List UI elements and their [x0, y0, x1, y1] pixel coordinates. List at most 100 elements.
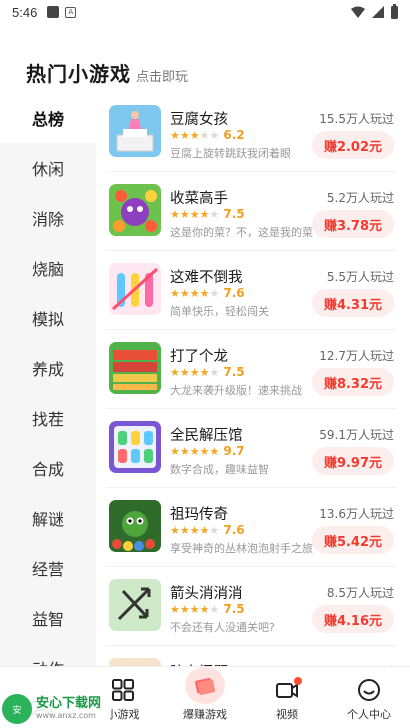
game-name: 这难不倒我: [170, 270, 243, 286]
game-list[interactable]: 豆腐女孩 ★ ★ ★ ★ ★ 6.2 豆腐上旋转跳跃我闭着眼 15.5万人玩过 赚2.02元收菜高…: [96, 93, 410, 666]
game-thumbnail[interactable]: [109, 658, 161, 666]
sidebar-item-6[interactable]: 找茬: [0, 393, 96, 443]
wifi-icon: [351, 6, 365, 18]
game-thumbnail[interactable]: [109, 579, 161, 631]
watermark-logo-icon: 安: [2, 694, 32, 724]
game-thumbnail[interactable]: [109, 263, 161, 315]
game-rating: ★ ★ ★ ★ ★ 7.6: [170, 286, 245, 300]
game-row[interactable]: 豆腐女孩 ★ ★ ★ ★ ★ 6.2 豆腐上旋转跳跃我闭着眼 15.5万人玩过 赚2.02元: [106, 93, 396, 172]
game-thumbnail[interactable]: [109, 105, 161, 157]
sidebar-item-11[interactable]: 动作: [0, 643, 96, 666]
rating-value: 7.6: [223, 286, 245, 300]
game-row[interactable]: 全民解压馆 ★ ★ ★ ★ ★ 9.7 数字合成，趣味益智 59.1万人玩过赚9.97元: [106, 409, 396, 488]
sidebar-item-7[interactable]: 合成: [0, 443, 96, 493]
game-row[interactable]: 脑力问题★★★★★7.58.5万人玩过: [106, 646, 396, 666]
star-icon: ★: [209, 602, 220, 616]
star-icon: ★: [199, 207, 210, 221]
grid-icon: [112, 679, 134, 701]
earn-button[interactable]: 赚9.97元: [312, 447, 394, 475]
game-rating: ★ ★ ★ ★ ★ 7.5: [170, 365, 245, 379]
star-icon: ★: [209, 523, 220, 537]
earn-button[interactable]: 赚5.42元: [312, 526, 394, 554]
category-sidebar[interactable]: 总榜休闲消除烧脑模拟养成找茬合成解谜经营益智动作: [0, 93, 96, 666]
sidebar-item-3[interactable]: 烧脑: [0, 243, 96, 293]
nav-label-minigames: 小游戏: [106, 708, 140, 721]
star-icon: ★: [179, 365, 190, 379]
star-icon: ★: [170, 523, 180, 537]
game-thumbnail[interactable]: [109, 500, 161, 552]
star-icon: ★: [209, 128, 220, 142]
star-icon: ★: [199, 365, 210, 379]
game-row[interactable]: 祖玛传奇 ★ ★ ★ ★ ★ 7.6 享受神奇的丛林泡泡射手之旅 13.6万人玩过 赚5.42元: [106, 488, 396, 567]
watermark-sub: www.anxz.com: [36, 711, 96, 720]
notification-a-icon: A: [65, 6, 77, 18]
star-icon: ★: [170, 207, 180, 221]
game-thumbnail[interactable]: [109, 421, 161, 473]
sidebar-item-9[interactable]: 经营: [0, 543, 96, 593]
sidebar-item-5[interactable]: 养成: [0, 343, 96, 393]
star-icon: ★: [170, 365, 180, 379]
sidebar-item-0[interactable]: 总榜: [0, 93, 96, 143]
game-name: 豆腐女孩: [170, 112, 228, 128]
rating-value: 7.6: [223, 523, 245, 537]
game-description: 简单快乐，轻松闯关: [170, 305, 269, 318]
star-icon: ★: [209, 207, 220, 221]
earn-button[interactable]: 赚2.02元: [312, 131, 394, 159]
players-count: 5.2万人玩过: [326, 191, 394, 205]
game-description: 大龙来袭升级版！速来挑战: [170, 384, 302, 397]
sidebar-item-4[interactable]: 模拟: [0, 293, 96, 343]
nav-label-earn-games: 爆赚游戏: [183, 708, 227, 721]
earn-button[interactable]: 赚4.31元: [312, 289, 394, 317]
players-count: 12.7万人玩过: [319, 349, 394, 363]
game-thumbnail[interactable]: [109, 342, 161, 394]
earn-button[interactable]: 赚8.32元: [312, 368, 394, 396]
sidebar-item-2[interactable]: 消除: [0, 193, 96, 243]
watermark-main: 安心下载网: [36, 696, 102, 711]
star-icon: ★: [170, 602, 180, 616]
game-description: 这是你的菜？不，这是我的菜: [170, 226, 313, 239]
smile-icon: [358, 679, 380, 701]
star-icon: ★: [179, 444, 190, 458]
money-icon: [195, 677, 216, 695]
rating-value: 6.2: [223, 128, 245, 142]
battery-icon: [391, 3, 398, 19]
game-thumbnail[interactable]: [109, 184, 161, 236]
nav-label-profile: 个人中心: [347, 708, 391, 721]
earn-circle: [185, 667, 225, 704]
game-name: 收菜高手: [170, 191, 228, 207]
nav-item-earn-games[interactable]: 爆赚游戏: [164, 667, 246, 728]
star-icon: ★: [199, 523, 210, 537]
star-icon: ★: [179, 602, 190, 616]
page-subtitle: 点击即玩: [136, 70, 189, 85]
sidebar-item-8[interactable]: 解谜: [0, 493, 96, 543]
star-icon: ★: [199, 286, 210, 300]
game-row[interactable]: 打了个龙 ★ ★ ★ ★ ★ 7.5 大龙来袭升级版！速来挑战 12.7万人玩过 赚8.32元: [106, 330, 396, 409]
star-icon: ★: [170, 286, 180, 300]
star-icon: ★: [179, 207, 190, 221]
notification-app-icon: [47, 6, 60, 18]
site-watermark: 安 安心下载网 www.anxz.com: [2, 692, 110, 726]
nav-label-video: 视频: [276, 708, 298, 721]
star-icon: ★: [189, 286, 200, 300]
nav-item-video[interactable]: 视频: [246, 667, 328, 728]
game-row[interactable]: 收菜高手 ★ ★ ★ ★ ★ 7.5 这是你的菜？不，这是我的菜 5.2万人玩过 赚3.78元: [106, 172, 396, 251]
nav-item-profile[interactable]: 个人中心: [328, 667, 410, 728]
game-rating: ★ ★ ★ ★ ★ 6.2: [170, 128, 245, 142]
sidebar-item-10[interactable]: 益智: [0, 593, 96, 643]
star-icon: ★: [189, 128, 200, 142]
earn-button[interactable]: 赚3.78元: [312, 210, 394, 238]
star-icon: ★: [199, 128, 210, 142]
signal-icon: [372, 6, 384, 18]
game-name: 全民解压馆: [170, 428, 243, 444]
game-row[interactable]: 箭头消消消 ★ ★ ★ ★ ★ 7.5 不会还有人没通关吧? 8.5万人玩过 赚4.16元: [106, 567, 396, 646]
game-description: 数字合成，趣味益智: [170, 463, 269, 476]
game-row[interactable]: 这难不倒我 ★ ★ ★ ★ ★ 7.6 简单快乐，轻松闯关 5.5万人玩过 赚4.31元: [106, 251, 396, 330]
page-header: 热门小游戏 点击即玩: [26, 58, 188, 87]
star-icon: ★: [170, 444, 180, 458]
sidebar-item-1[interactable]: 休闲: [0, 143, 96, 193]
game-rating: ★ ★ ★ ★ ★ 9.7: [170, 444, 245, 458]
star-icon: ★: [179, 286, 190, 300]
star-icon: ★: [189, 602, 200, 616]
players-count: 59.1万人玩过: [319, 428, 394, 442]
earn-button[interactable]: 赚4.16元: [312, 605, 394, 633]
